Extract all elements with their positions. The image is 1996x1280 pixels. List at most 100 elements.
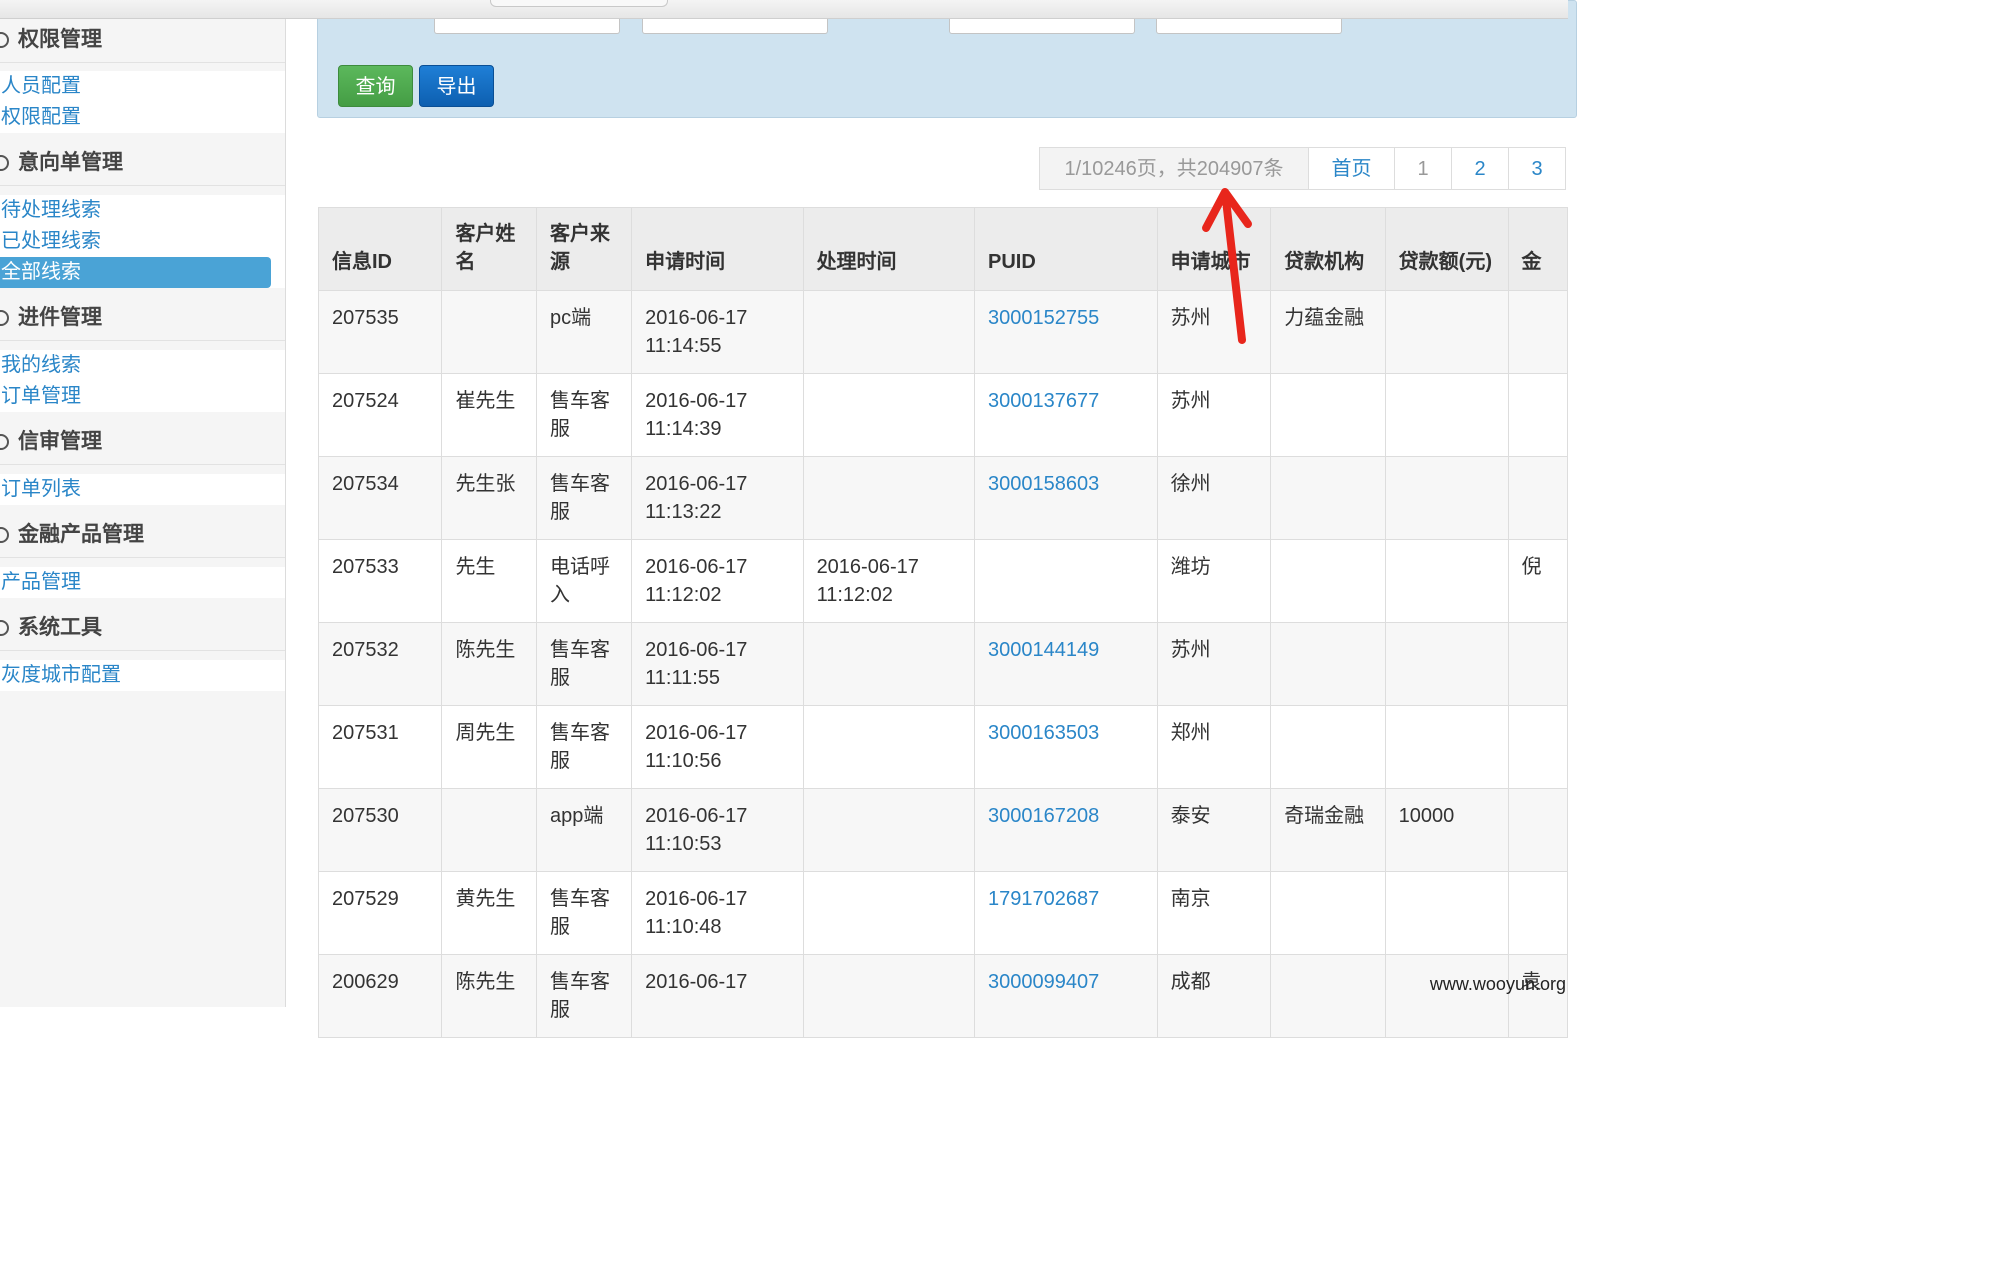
sidebar-list-credit-review: 订单列表 bbox=[0, 474, 285, 505]
browser-tab[interactable] bbox=[490, 0, 668, 7]
cell-puid: 3000144149 bbox=[974, 622, 1158, 706]
cell-lender bbox=[1270, 539, 1386, 623]
sidebar-section-credit-review[interactable]: 信审管理 bbox=[0, 420, 285, 465]
cell-apply-city: 南京 bbox=[1156, 871, 1272, 955]
col-header-process-time[interactable]: 处理时间 bbox=[802, 207, 976, 291]
pagination-page-1[interactable]: 1 bbox=[1394, 147, 1452, 190]
col-header-apply-city[interactable]: 申请城市 bbox=[1156, 207, 1272, 291]
circle-icon bbox=[0, 32, 9, 48]
sidebar: 权限管理 人员配置 权限配置 意向单管理 待处理线索 已处理线索 全部线索 进件… bbox=[0, 0, 286, 1007]
sidebar-item-my-leads[interactable]: 我的线索 bbox=[0, 350, 285, 381]
table-row[interactable]: 207535 pc端 2016-06-17 11:14:55 3000152755 苏州… bbox=[317, 290, 1569, 374]
table-row[interactable]: 200629 陈先生 售车客服 2016-06-17 3000099407 成都 袁 bbox=[317, 954, 1569, 1038]
cell-customer-source: 售车客服 bbox=[535, 456, 633, 540]
sidebar-item-staff-config[interactable]: 人员配置 bbox=[0, 71, 285, 102]
cell-info-id: 207534 bbox=[317, 456, 443, 540]
cell-puid: 3000167208 bbox=[974, 788, 1158, 872]
cell-customer-source: pc端 bbox=[535, 290, 633, 374]
cell-info-id: 207524 bbox=[317, 373, 443, 457]
col-header-customer-name[interactable]: 客户姓名 bbox=[441, 207, 537, 291]
sidebar-item-processed-leads[interactable]: 已处理线索 bbox=[0, 226, 285, 257]
sidebar-item-permission-config[interactable]: 权限配置 bbox=[0, 102, 285, 133]
puid-link[interactable]: 1791702687 bbox=[988, 888, 1099, 910]
sidebar-section-intent-orders[interactable]: 意向单管理 bbox=[0, 141, 285, 186]
cell-puid: 3000158603 bbox=[974, 456, 1158, 540]
sidebar-list-application: 我的线索 订单管理 bbox=[0, 350, 285, 412]
cell-customer-name: 黄先生 bbox=[441, 871, 537, 955]
cell-loan-amount bbox=[1384, 539, 1509, 623]
pagination-first-page[interactable]: 首页 bbox=[1308, 147, 1395, 190]
cell-info-id: 207532 bbox=[317, 622, 443, 706]
cell-customer-name bbox=[441, 290, 537, 374]
puid-link[interactable]: 3000099407 bbox=[988, 971, 1099, 993]
cell-extra: 袁 bbox=[1507, 954, 1569, 1038]
table-row[interactable]: 207530 app端 2016-06-17 11:10:53 3000167208 泰… bbox=[317, 788, 1569, 872]
col-header-info-id[interactable]: 信息ID bbox=[317, 207, 443, 291]
cell-apply-city: 泰安 bbox=[1156, 788, 1272, 872]
table-row[interactable]: 207533 先生 电话呼入 2016-06-17 11:12:02 2016-06-1… bbox=[317, 539, 1569, 623]
sidebar-section-application[interactable]: 进件管理 bbox=[0, 296, 285, 341]
puid-link[interactable]: 3000137677 bbox=[988, 390, 1099, 412]
cell-customer-name: 陈先生 bbox=[441, 622, 537, 706]
puid-link[interactable]: 3000158603 bbox=[988, 473, 1099, 495]
pagination-page-2[interactable]: 2 bbox=[1451, 147, 1509, 190]
sidebar-section-finance-products[interactable]: 金融产品管理 bbox=[0, 513, 285, 558]
puid-link[interactable]: 3000163503 bbox=[988, 722, 1099, 744]
puid-link[interactable]: 3000144149 bbox=[988, 639, 1099, 661]
table-row[interactable]: 207532 陈先生 售车客服 2016-06-17 11:11:55 30001441… bbox=[317, 622, 1569, 706]
cell-customer-name: 陈先生 bbox=[441, 954, 537, 1038]
cell-loan-amount bbox=[1384, 954, 1509, 1038]
cell-customer-name: 崔先生 bbox=[441, 373, 537, 457]
pagination-page-3[interactable]: 3 bbox=[1508, 147, 1566, 190]
col-header-loan-amount[interactable]: 贷款额(元) bbox=[1384, 207, 1509, 291]
cell-info-id: 207535 bbox=[317, 290, 443, 374]
cell-customer-name: 先生张 bbox=[441, 456, 537, 540]
cell-apply-city: 成都 bbox=[1156, 954, 1272, 1038]
circle-icon bbox=[0, 310, 9, 326]
sidebar-item-order-list[interactable]: 订单列表 bbox=[0, 474, 285, 505]
sidebar-item-order-management[interactable]: 订单管理 bbox=[0, 381, 285, 412]
table-body: 207535 pc端 2016-06-17 11:14:55 3000152755 苏州… bbox=[317, 290, 1569, 1038]
cell-loan-amount bbox=[1384, 622, 1509, 706]
sidebar-item-product-management[interactable]: 产品管理 bbox=[0, 567, 285, 598]
cell-customer-source: 售车客服 bbox=[535, 622, 633, 706]
col-header-lender[interactable]: 贷款机构 bbox=[1270, 207, 1386, 291]
cell-lender: 奇瑞金融 bbox=[1270, 788, 1386, 872]
section-title: 信审管理 bbox=[18, 430, 102, 453]
pagination-info: 1/10246页，共204907条 bbox=[1039, 147, 1309, 190]
cell-customer-source: 售车客服 bbox=[535, 871, 633, 955]
export-button[interactable]: 导出 bbox=[419, 65, 494, 107]
header-row: 信息ID 客户姓名 客户来源 申请时间 处理时间 PUID 申请城市 贷款机构 … bbox=[317, 207, 1569, 291]
table-row[interactable]: 207531 周先生 售车客服 2016-06-17 11:10:56 30001635… bbox=[317, 705, 1569, 789]
cell-customer-source: app端 bbox=[535, 788, 633, 872]
cell-apply-city: 苏州 bbox=[1156, 622, 1272, 706]
puid-link[interactable]: 3000152755 bbox=[988, 307, 1099, 329]
col-header-apply-time[interactable]: 申请时间 bbox=[631, 207, 804, 291]
sidebar-list-system-tools: 灰度城市配置 bbox=[0, 660, 285, 691]
table-row[interactable]: 207534 先生张 售车客服 2016-06-17 11:13:22 30001586… bbox=[317, 456, 1569, 540]
cell-extra bbox=[1507, 871, 1569, 955]
query-button[interactable]: 查询 bbox=[338, 65, 413, 107]
cell-lender bbox=[1270, 705, 1386, 789]
cell-customer-name: 周先生 bbox=[441, 705, 537, 789]
cell-lender bbox=[1270, 871, 1386, 955]
sidebar-section-system-tools[interactable]: 系统工具 bbox=[0, 606, 285, 651]
cell-loan-amount bbox=[1384, 705, 1509, 789]
col-header-customer-source[interactable]: 客户来源 bbox=[535, 207, 633, 291]
sidebar-section-permissions[interactable]: 权限管理 bbox=[0, 18, 285, 63]
col-header-truncated[interactable]: 金 bbox=[1507, 207, 1569, 291]
table-row[interactable]: 207524 崔先生 售车客服 2016-06-17 11:14:39 30001376… bbox=[317, 373, 1569, 457]
cell-apply-time: 2016-06-17 bbox=[631, 954, 804, 1038]
cell-apply-city: 苏州 bbox=[1156, 373, 1272, 457]
table-row[interactable]: 207529 黄先生 售车客服 2016-06-17 11:10:48 17917026… bbox=[317, 871, 1569, 955]
cell-puid: 3000163503 bbox=[974, 705, 1158, 789]
sidebar-item-gray-city-config[interactable]: 灰度城市配置 bbox=[0, 660, 285, 691]
cell-info-id: 207529 bbox=[317, 871, 443, 955]
cell-apply-time: 2016-06-17 11:10:56 bbox=[631, 705, 804, 789]
circle-icon bbox=[0, 434, 9, 450]
col-header-puid[interactable]: PUID bbox=[974, 207, 1158, 291]
puid-link[interactable]: 3000167208 bbox=[988, 805, 1099, 827]
sidebar-item-all-leads[interactable]: 全部线索 bbox=[0, 257, 271, 288]
cell-process-time bbox=[802, 705, 976, 789]
sidebar-item-pending-leads[interactable]: 待处理线索 bbox=[0, 195, 285, 226]
